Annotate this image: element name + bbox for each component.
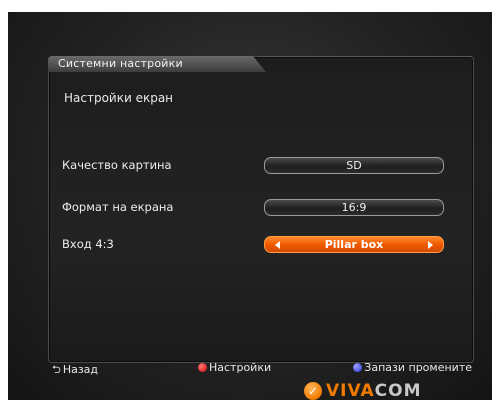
back-label: Назад bbox=[62, 363, 99, 376]
footer-bar: ⮌ Назад Настройки Запази промените bbox=[48, 361, 472, 376]
input-43-label: Вход 4:3 bbox=[62, 237, 114, 251]
back-arrow-icon: ⮌ bbox=[52, 363, 61, 376]
back-button[interactable]: ⮌ Назад bbox=[52, 361, 98, 380]
screen-format-selector[interactable]: 16:9 bbox=[264, 199, 444, 216]
panel-header-line bbox=[258, 56, 472, 57]
input-43-selector[interactable]: Pillar box bbox=[264, 236, 444, 253]
input-43-value: Pillar box bbox=[324, 238, 384, 251]
blue-button-icon bbox=[353, 363, 363, 372]
brand-name-main: VIVA bbox=[326, 381, 375, 400]
picture-quality-selector[interactable]: SD bbox=[264, 157, 444, 174]
arrow-left-icon[interactable] bbox=[275, 241, 280, 249]
settings-button[interactable]: Настройки bbox=[198, 361, 271, 374]
panel-title: Системни настройки bbox=[58, 57, 183, 70]
screen-format-value: 16:9 bbox=[341, 201, 367, 214]
screen-format-label: Формат на екрана bbox=[62, 200, 174, 214]
brand-logo: ✓ VIVACOM bbox=[304, 380, 422, 400]
save-changes-label: Запази промените bbox=[364, 361, 472, 374]
section-subtitle: Настройки екран bbox=[64, 91, 174, 105]
tv-screen: Системни настройки Настройки екран Качес… bbox=[8, 12, 492, 400]
picture-quality-value: SD bbox=[346, 159, 362, 172]
red-button-icon bbox=[198, 363, 207, 372]
brand-name-end: COM bbox=[374, 381, 422, 400]
picture-quality-label: Качество картина bbox=[62, 158, 172, 172]
arrow-right-icon[interactable] bbox=[428, 241, 433, 249]
save-changes-button[interactable]: Запази промените bbox=[353, 361, 472, 374]
brand-name: VIVACOM bbox=[326, 381, 422, 400]
settings-label: Настройки bbox=[209, 361, 272, 374]
vivacom-logo-icon: ✓ bbox=[304, 382, 322, 400]
panel-title-tab: Системни настройки bbox=[48, 56, 266, 72]
